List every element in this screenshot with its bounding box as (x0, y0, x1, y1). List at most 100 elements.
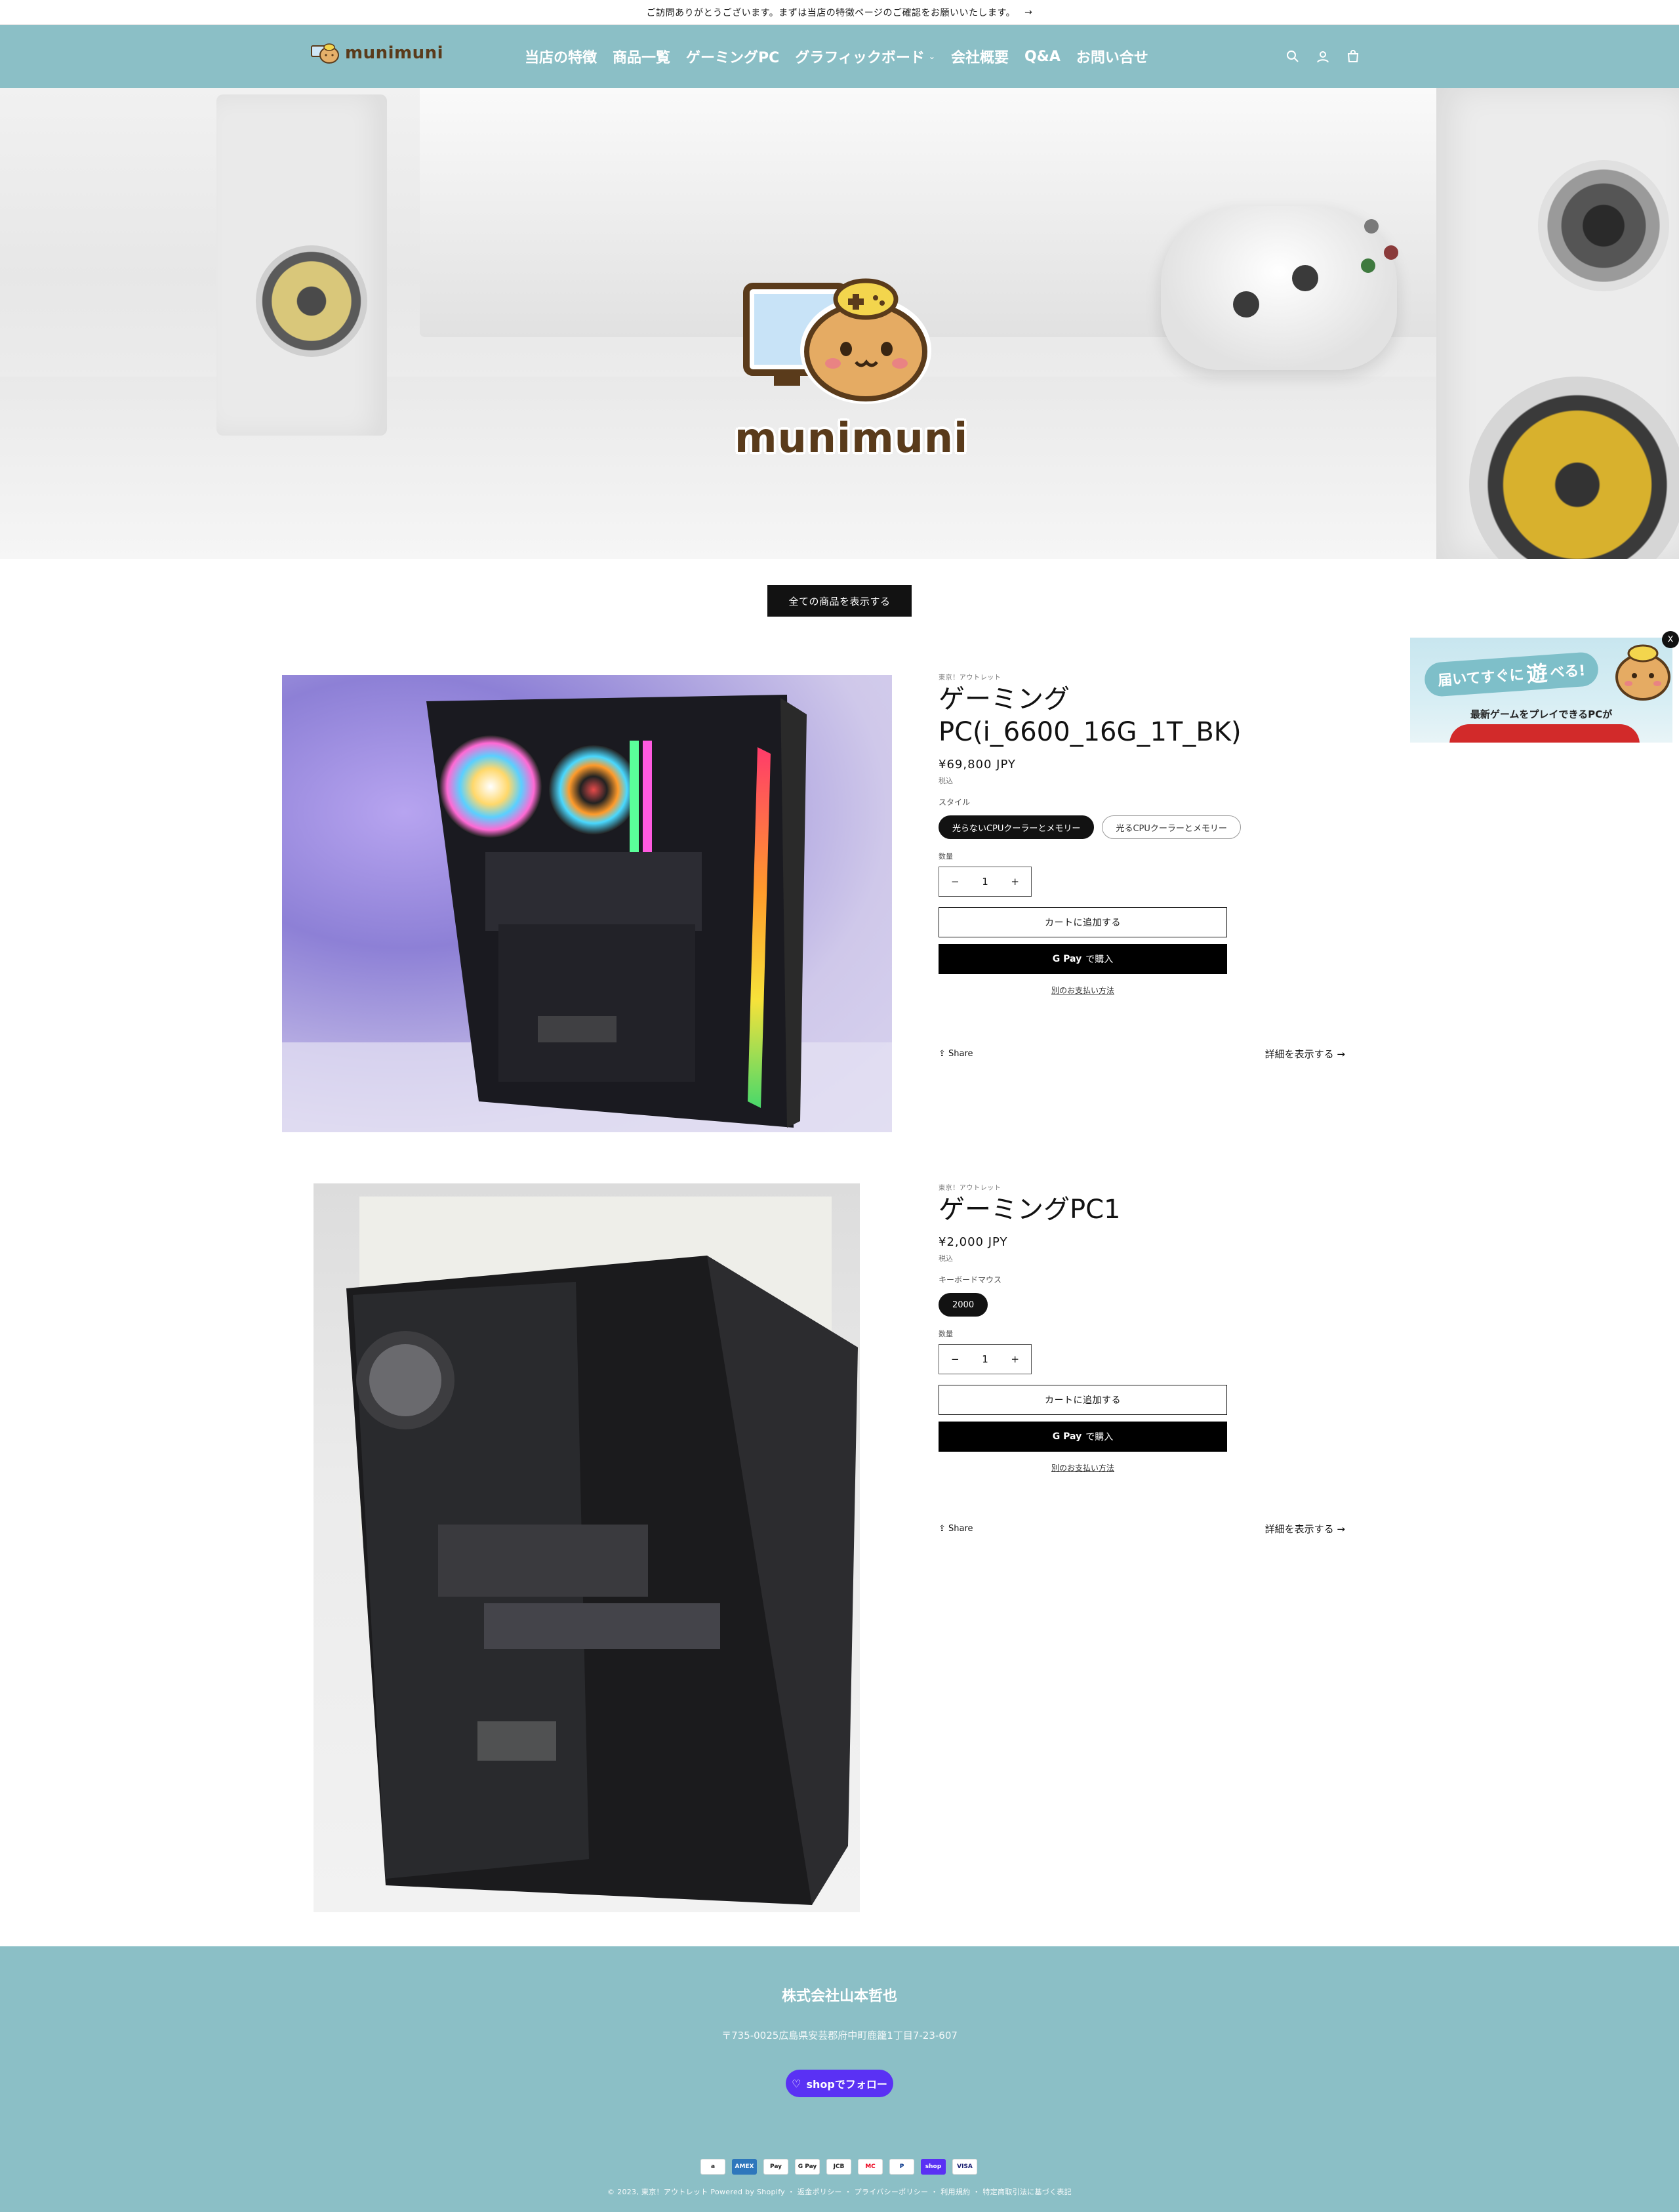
view-details-link[interactable]: 詳細を表示する → (1265, 1047, 1345, 1061)
variant-picker: 光らないCPUクーラーとメモリー 光るCPUクーラーとメモリー (939, 815, 1358, 839)
view-all-products-button[interactable]: 全ての商品を表示する (767, 585, 912, 617)
tax-note: 税込 (939, 1254, 953, 1263)
nav-item-products[interactable]: 商品一覧 (613, 46, 670, 67)
account-icon[interactable] (1316, 49, 1330, 64)
add-to-cart-button[interactable]: カートに追加する (939, 1385, 1227, 1415)
site-footer: 株式会社山本哲也 〒735-0025広島県安芸郡府中町鹿籠1丁目7-23-607… (0, 1946, 1679, 2212)
chevron-down-icon: ⌄ (928, 52, 935, 61)
payment-icons: a AMEX Pay G Pay JCB MC P shop VISA (700, 2159, 977, 2175)
product-price: ¥2,000 JPY (939, 1235, 1008, 1249)
quantity-value[interactable]: 1 (982, 876, 988, 888)
more-payment-options-link[interactable]: 別のお支払い方法 (939, 1462, 1227, 1473)
variant-pill[interactable]: 2000 (939, 1293, 988, 1317)
google-pay-logo: G Pay (1052, 1431, 1082, 1442)
nav-item-company[interactable]: 会社概要 (951, 46, 1009, 67)
hero-woofer-left (256, 245, 367, 357)
nav-item-gaming-pc[interactable]: ゲーミングPC (686, 46, 779, 67)
shop-follow-button[interactable]: ♡ shopでフォロー (786, 2070, 893, 2097)
share-label: Share (948, 1523, 973, 1534)
view-details-link[interactable]: 詳細を表示する → (1265, 1522, 1345, 1536)
mascot-icon (1615, 644, 1670, 701)
apple-pay-icon: Pay (763, 2159, 788, 2175)
popup-banner: 届いてすぐに 遊 べる! (1423, 651, 1600, 698)
variant-pill[interactable]: 光らないCPUクーラーとメモリー (939, 815, 1095, 839)
product-image-1[interactable] (282, 675, 892, 1132)
hero-gamepad-button (1384, 245, 1398, 260)
arrow-right-icon: → (1024, 7, 1033, 18)
nav-label: Q&A (1024, 48, 1061, 65)
nav-label: ゲーミングPC (686, 50, 780, 66)
option-label: キーボードマウス (939, 1275, 1002, 1284)
nav-item-qa[interactable]: Q&A (1024, 49, 1061, 65)
nav-label: 当店の特徴 (525, 50, 597, 66)
product-info-1: 東京！アウトレット ゲーミングPC(i_6600_16G_1T_BK) ¥69,… (939, 672, 1358, 996)
popup-line1: 届いてすぐに (1437, 666, 1525, 689)
google-pay-label: で購入 (1085, 954, 1114, 965)
promo-popup[interactable]: 届いてすぐに 遊 べる! 最新ゲームをプレイできるPCが (1410, 638, 1672, 743)
nav-item-features[interactable]: 当店の特徴 (525, 46, 597, 67)
hero-gamepad-stick (1292, 265, 1318, 291)
google-pay-logo: G Pay (1052, 954, 1082, 964)
main-nav: 当店の特徴 商品一覧 ゲーミングPC グラフィックボード ⌄ 会社概要 Q&A お… (525, 25, 1148, 88)
quantity-label: 数量 (939, 1330, 953, 1338)
site-header: munimuni 当店の特徴 商品一覧 ゲーミングPC グラフィックボード ⌄ 会… (0, 25, 1679, 88)
cart-icon[interactable] (1346, 49, 1360, 64)
plus-icon[interactable]: + (1011, 876, 1019, 888)
hero-logo-text: munimuni (735, 414, 969, 462)
google-pay-button[interactable]: G Pay で購入 (939, 1422, 1227, 1452)
header-icons (1285, 25, 1360, 88)
nav-item-contact[interactable]: お問い合せ (1076, 46, 1148, 67)
more-payment-options-link[interactable]: 別のお支払い方法 (939, 985, 1227, 996)
share-button[interactable]: ⇪ Share (939, 1049, 973, 1059)
announcement-bar[interactable]: ご訪問ありがとうございます。まずは当店の特徴ページのご確認をお願いいたします。 … (0, 0, 1679, 25)
amazon-pay-icon: a (700, 2159, 725, 2175)
share-row-1: ⇪ Share 詳細を表示する → (939, 1046, 1345, 1061)
quantity-label: 数量 (939, 852, 953, 861)
details-label: 詳細を表示する (1264, 1523, 1334, 1535)
nav-label: 商品一覧 (613, 50, 671, 66)
jcb-icon: JCB (826, 2159, 851, 2175)
product-price: ¥69,800 JPY (939, 758, 1016, 771)
product-title: ゲーミングPC1 (939, 1195, 1121, 1225)
google-pay-icon: G Pay (795, 2159, 820, 2175)
product-vendor: 東京！アウトレット (939, 1185, 1001, 1192)
details-label: 詳細を表示する (1264, 1048, 1334, 1060)
product-image-2[interactable] (314, 1183, 860, 1912)
follow-label: shopでフォロー (806, 2078, 887, 2091)
variant-picker: 2000 (939, 1293, 1358, 1317)
announcement-text: ご訪問ありがとうございます。まずは当店の特徴ページのご確認をお願いいたします。 (646, 7, 1016, 18)
search-icon[interactable] (1285, 49, 1300, 64)
visa-icon: VISA (952, 2159, 977, 2175)
share-row-2: ⇪ Share 詳細を表示する → (939, 1521, 1345, 1536)
nav-label: お問い合せ (1076, 50, 1148, 66)
quantity-stepper: − 1 + (939, 867, 1032, 897)
minus-icon[interactable]: − (951, 1353, 960, 1365)
nav-label: 会社概要 (950, 50, 1009, 66)
variant-pill[interactable]: 光るCPUクーラーとメモリー (1102, 815, 1241, 839)
footer-address: 〒735-0025広島県安芸郡府中町鹿籠1丁目7-23-607 (721, 2030, 958, 2041)
popup-price-badge (1449, 724, 1640, 743)
minus-icon[interactable]: − (951, 876, 960, 888)
hero-gamepad-button (1361, 258, 1375, 273)
close-icon[interactable]: X (1662, 631, 1679, 648)
plus-icon[interactable]: + (1011, 1353, 1019, 1365)
product-title: ゲーミングPC(i_6600_16G_1T_BK) (939, 684, 1242, 747)
nav-label: グラフィックボード (795, 50, 925, 66)
quantity-value[interactable]: 1 (982, 1353, 988, 1365)
footer-company: 株式会社山本哲也 (781, 1988, 897, 2005)
product-info-2: 東京！アウトレット ゲーミングPC1 ¥2,000 JPY 税込 キーボードマウ… (939, 1182, 1358, 1473)
header-logo[interactable]: munimuni (311, 42, 443, 64)
tax-note: 税込 (939, 777, 953, 785)
share-label: Share (948, 1048, 973, 1059)
mastercard-icon: MC (858, 2159, 883, 2175)
google-pay-button[interactable]: G Pay で購入 (939, 944, 1227, 974)
shop-pay-icon: shop (921, 2159, 946, 2175)
popup-subtext: 最新ゲームをプレイできるPCが (1470, 708, 1613, 720)
product-vendor: 東京！アウトレット (939, 674, 1001, 682)
nav-item-graphics-board[interactable]: グラフィックボード ⌄ (795, 46, 935, 67)
add-to-cart-button[interactable]: カートに追加する (939, 907, 1227, 937)
share-button[interactable]: ⇪ Share (939, 1524, 973, 1534)
footer-legal-links[interactable]: © 2023, 東京！アウトレット Powered by Shopify ・ 返… (0, 2186, 1679, 2197)
hero-gamepad-stick (1233, 291, 1259, 317)
mascot-icon (743, 278, 931, 404)
